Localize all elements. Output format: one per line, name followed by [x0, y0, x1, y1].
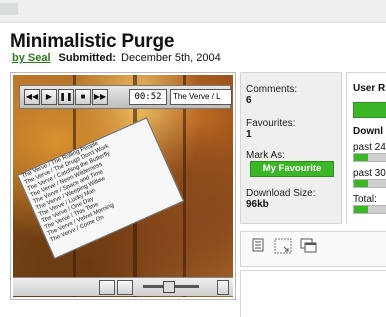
resize-icon[interactable] — [274, 238, 292, 254]
visualizer-icon — [99, 280, 115, 295]
mark-as-label: Mark As: — [246, 150, 285, 161]
downloads-row-label: past 24 — [353, 142, 386, 153]
stop-icon: ■ — [75, 89, 91, 105]
user-rating-label: User R — [353, 83, 386, 94]
screenshot-thumbnail: ◀◀ ▶ ❚❚ ■ ▶▶ 00:52 The Verve / L The Ver… — [13, 75, 233, 297]
top-strip — [0, 0, 386, 23]
download-size-value: 96kb — [246, 199, 269, 210]
favourites-value: 1 — [246, 129, 252, 140]
page-title: Minimalistic Purge — [10, 31, 175, 52]
downloads-bar — [353, 179, 386, 188]
volume-knob — [163, 281, 175, 293]
player-time: 00:52 — [129, 89, 167, 105]
submitted-date: December 5th, 2004 — [121, 52, 221, 64]
user-rating-bar — [353, 102, 386, 118]
media-player-bar: ◀◀ ▶ ❚❚ ■ ▶▶ 00:52 The Verve / L — [19, 85, 232, 109]
downloads-bar-fill — [354, 154, 368, 161]
list-icon — [117, 280, 133, 295]
downloads-bar — [353, 153, 386, 162]
favourites-label: Favourites: — [246, 118, 296, 129]
downloads-label: Downl — [353, 126, 383, 137]
taskbar-strip — [13, 277, 233, 296]
rating-panel: User R Downl past 24 past 30 Total: — [346, 72, 386, 223]
author-link[interactable]: by Seal — [12, 52, 51, 64]
comments-label: Comments: — [246, 84, 298, 95]
forward-icon: ▶▶ — [92, 89, 108, 105]
play-icon: ▶ — [41, 89, 57, 105]
submitted-label: Submitted: — [58, 52, 116, 64]
preview-image[interactable]: ◀◀ ▶ ❚❚ ■ ▶▶ 00:52 The Verve / L The Ver… — [10, 72, 236, 300]
downloads-bar-fill — [354, 206, 368, 213]
download-size-label: Download Size: — [246, 188, 316, 199]
toolbar — [240, 231, 386, 267]
player-track: The Verve / L — [170, 89, 232, 105]
downloads-row-label: past 30 — [353, 168, 386, 179]
top-tab — [0, 3, 18, 15]
byline: by Seal Submitted: December 5th, 2004 — [12, 52, 221, 64]
downloads-bar — [353, 205, 386, 214]
comments-value: 6 — [246, 95, 252, 106]
close-icon — [217, 280, 229, 295]
my-favourite-button[interactable]: My Favourite — [250, 161, 334, 177]
rewind-icon: ◀◀ — [24, 89, 40, 105]
playlist-window: The Verve / The Rolling People The Verve… — [17, 117, 185, 260]
downloads-bar-fill — [354, 180, 368, 187]
document-icon[interactable] — [251, 238, 265, 252]
pause-icon: ❚❚ — [58, 89, 74, 105]
windows-icon[interactable] — [300, 238, 318, 254]
downloads-row-label: Total: — [353, 194, 377, 205]
content-pane — [240, 270, 386, 317]
info-panel: Comments: 6 Favourites: 1 Mark As: My Fa… — [240, 72, 342, 224]
